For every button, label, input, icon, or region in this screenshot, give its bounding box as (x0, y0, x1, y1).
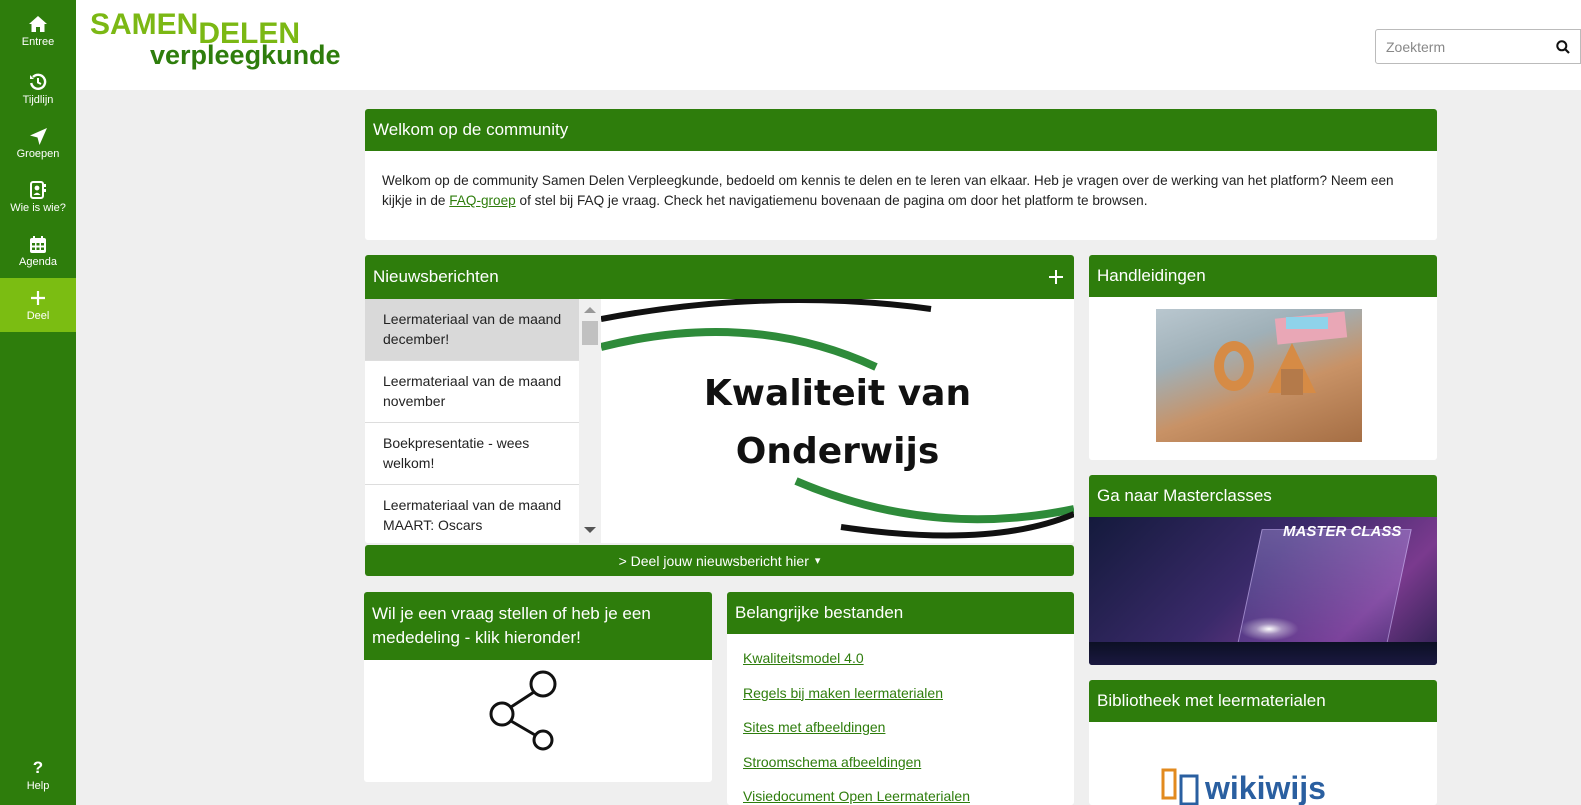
file-link[interactable]: Regels bij maken leermaterialen (743, 683, 1058, 718)
side-navigation: Entree Tijdlijn Groepen Wie is wie? Agen… (0, 0, 76, 805)
bibliotheek-title: Bibliotheek met leermaterialen (1097, 691, 1326, 710)
masterclass-banner-text-b: CLASS (1350, 523, 1402, 540)
share-news-label: > Deel jouw nieuwsbericht hier (618, 552, 809, 569)
masterclass-banner-text-a: MASTER (1283, 523, 1347, 540)
news-list: Leermateriaal van de maand december! Lee… (365, 299, 601, 543)
wikiwijs-logo[interactable]: wikiwijs (1161, 768, 1326, 805)
news-panel: Nieuwsberichten Leermateriaal van de maa… (365, 255, 1074, 543)
bibliotheek-panel: Bibliotheek met leermaterialen wikiwijs (1089, 680, 1437, 805)
question-title: Wil je een vraag stellen of heb je een m… (372, 604, 651, 647)
files-panel: Belangrijke bestanden Kwaliteitsmodel 4.… (727, 592, 1074, 805)
wikiwijs-book-icon (1161, 768, 1199, 805)
news-list-item[interactable]: Leermateriaal van de maand december! (365, 299, 601, 361)
nav-item-tijdlijn[interactable]: Tijdlijn (0, 62, 76, 116)
scroll-up-arrow-icon[interactable] (584, 307, 596, 313)
nav-item-deel[interactable]: Deel (0, 278, 76, 332)
nav-item-entree[interactable]: Entree (0, 0, 76, 62)
nav-label-deel: Deel (26, 310, 50, 322)
news-list-item[interactable]: Leermateriaal van de maand MAART: Oscars (365, 485, 601, 543)
caret-down-icon: ▾ (814, 555, 821, 567)
plus-icon (1049, 270, 1063, 284)
news-image-line2: Onderwijs (735, 431, 940, 472)
search-button[interactable] (1546, 29, 1580, 64)
nav-label-tijdlijn: Tijdlijn (22, 94, 54, 106)
welcome-text-part2: of stel bij FAQ je vraag. Check het navi… (515, 193, 1148, 208)
file-link[interactable]: Stroomschema afbeeldingen (743, 752, 1058, 787)
file-link[interactable]: Visiedocument Open Leermaterialen (743, 786, 1058, 805)
welcome-header: Welkom op de community (365, 109, 1437, 151)
calendar-icon (28, 234, 48, 254)
search-input[interactable] (1376, 38, 1546, 55)
site-logo[interactable]: SAMENDELEN verpleegkunde (90, 10, 341, 69)
nav-label-entree: Entree (21, 36, 55, 48)
page-header: SAMENDELEN verpleegkunde (76, 0, 1581, 90)
bibliotheek-header: Bibliotheek met leermaterialen (1089, 680, 1437, 722)
masterclasses-title: Ga naar Masterclasses (1097, 486, 1272, 505)
wikiwijs-logo-text: wikiwijs (1205, 770, 1326, 805)
news-image-line1: Kwaliteit van (703, 373, 972, 414)
question-panel: Wil je een vraag stellen of heb je een m… (364, 592, 712, 782)
news-featured-image[interactable]: Kwaliteit van Onderwijs (601, 299, 1074, 543)
files-list: Kwaliteitsmodel 4.0 Regels bij maken lee… (727, 634, 1074, 805)
nav-label-wie-is-wie: Wie is wie? (10, 202, 66, 214)
welcome-text: Welkom op de community Samen Delen Verpl… (365, 151, 1437, 231)
file-link[interactable]: Sites met afbeeldingen (743, 717, 1058, 752)
masterclass-banner[interactable]: MASTER CLASS (1089, 517, 1437, 665)
address-book-icon (28, 180, 48, 200)
share-icon[interactable] (488, 664, 560, 754)
news-list-item[interactable]: Leermateriaal van de maand november (365, 361, 601, 423)
nav-item-wie-is-wie[interactable]: Wie is wie? (0, 170, 76, 224)
add-news-button[interactable] (1046, 267, 1066, 287)
file-link[interactable]: Kwaliteitsmodel 4.0 (743, 648, 1058, 683)
search-icon (1556, 39, 1570, 54)
welcome-panel: Welkom op de community Welkom op de comm… (365, 109, 1437, 240)
question-icon: ? (32, 758, 44, 777)
masterclasses-panel: Ga naar Masterclasses MASTER CLASS (1089, 475, 1437, 665)
nav-label-help: Help (26, 780, 50, 792)
history-icon (28, 72, 48, 92)
share-news-button[interactable]: > Deel jouw nieuwsbericht hier ▾ (365, 545, 1074, 576)
nav-label-agenda: Agenda (19, 256, 57, 268)
logo-samen: SAMEN (90, 8, 199, 41)
scroll-down-arrow-icon[interactable] (584, 527, 596, 533)
nav-item-agenda[interactable]: Agenda (0, 224, 76, 278)
home-icon (28, 14, 48, 34)
plus-icon (28, 288, 48, 308)
nav-item-groepen[interactable]: Groepen (0, 116, 76, 170)
nav-item-help[interactable]: ? Help (0, 745, 76, 805)
welcome-title: Welkom op de community (373, 120, 569, 139)
search-box (1375, 29, 1581, 64)
files-header: Belangrijke bestanden (727, 592, 1074, 634)
question-header: Wil je een vraag stellen of heb je een m… (364, 592, 712, 660)
news-title: Nieuwsberichten (373, 267, 499, 286)
location-arrow-icon (28, 126, 48, 146)
logo-delen: DELEN (198, 17, 301, 50)
news-list-item[interactable]: Boekpresentatie - wees welkom! (365, 423, 601, 485)
news-header: Nieuwsberichten (365, 255, 1074, 299)
scrollbar-thumb[interactable] (582, 321, 598, 345)
qa-image[interactable] (1156, 309, 1362, 442)
handleidingen-panel: Handleidingen (1089, 255, 1437, 460)
files-title: Belangrijke bestanden (735, 603, 904, 622)
handleidingen-header: Handleidingen (1089, 255, 1437, 297)
handleidingen-title: Handleidingen (1097, 266, 1206, 285)
masterclasses-header: Ga naar Masterclasses (1089, 475, 1437, 517)
faq-group-link[interactable]: FAQ-groep (449, 193, 516, 208)
nav-label-groepen: Groepen (16, 148, 60, 160)
news-scrollbar[interactable] (579, 299, 601, 543)
